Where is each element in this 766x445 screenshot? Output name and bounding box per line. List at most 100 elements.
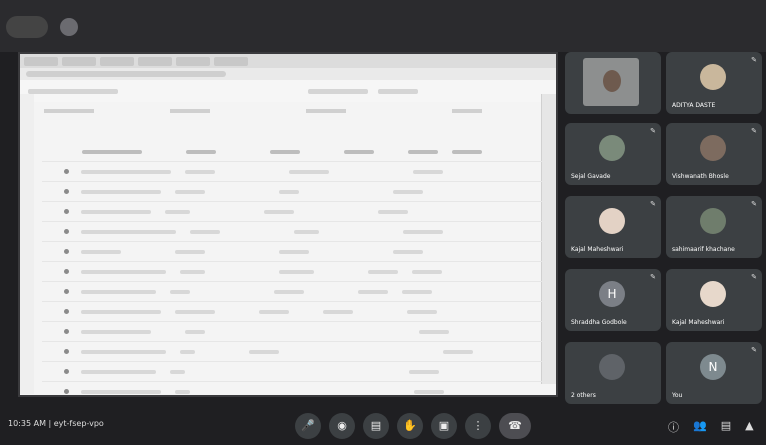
left-toolbar (20, 94, 34, 394)
filter-row (20, 102, 556, 120)
browser-tab[interactable] (62, 56, 96, 66)
pin-icon[interactable]: ✎ (751, 127, 757, 135)
table-row[interactable] (42, 342, 542, 362)
captions-icon[interactable]: ▤ (363, 413, 389, 439)
participant-name: Kajal Maheshwari (571, 246, 624, 253)
participant-face (603, 70, 621, 92)
participant-tile[interactable]: ✎ sahimaarif khachane (666, 196, 762, 258)
meeting-top-bar (0, 0, 766, 52)
participant-tile[interactable]: ✎ ADITYA DASTE (666, 52, 762, 114)
row-icon (64, 249, 69, 254)
row-icon (64, 389, 69, 394)
participant-avatar (700, 135, 726, 161)
browser-tab[interactable] (176, 56, 210, 66)
table-row[interactable] (42, 242, 542, 262)
browser-tab-strip (20, 54, 556, 68)
row-icon (64, 169, 69, 174)
table-row[interactable] (42, 222, 542, 242)
participant-avatar (599, 208, 625, 234)
filter-item[interactable] (452, 109, 482, 113)
header-control[interactable] (378, 88, 418, 94)
browser-tab[interactable] (24, 56, 58, 66)
participant-name: You (672, 392, 683, 399)
participant-tile[interactable]: ✎ Sejal Gavade (565, 123, 661, 185)
table-row[interactable] (42, 302, 542, 322)
pin-icon[interactable]: ✎ (650, 200, 656, 208)
table-header (42, 142, 542, 162)
table-row[interactable] (42, 382, 542, 395)
pin-icon[interactable]: ✎ (751, 346, 757, 354)
participant-tile-self[interactable]: N ✎ You (666, 342, 762, 404)
present-screen-icon[interactable]: ▣ (431, 413, 457, 439)
table-row[interactable] (42, 282, 542, 302)
row-icon (64, 349, 69, 354)
url-field[interactable] (26, 71, 226, 77)
app-header (20, 80, 556, 102)
pin-icon[interactable]: ✎ (751, 56, 757, 64)
side-panel-controls: ⓘ 👥 ▤ ▲ (668, 419, 754, 435)
filter-item[interactable] (306, 109, 346, 113)
pin-icon[interactable]: ✎ (650, 127, 656, 135)
participant-name: ADITYA DASTE (672, 102, 716, 109)
presenter-avatar-icon (60, 18, 78, 36)
data-table (42, 142, 542, 395)
browser-tab[interactable] (138, 56, 172, 66)
participant-name: Sejal Gavade (571, 173, 611, 180)
app-title-bar (28, 88, 118, 94)
participant-name: Kajal Maheshwari (672, 319, 725, 326)
participant-tile[interactable]: H ✎ Shraddha Godbole (565, 269, 661, 331)
table-row[interactable] (42, 322, 542, 342)
participant-tile[interactable]: ✎ Kajal Maheshwari (666, 269, 762, 331)
table-row[interactable] (42, 262, 542, 282)
leave-call-icon[interactable]: ☎ (499, 413, 531, 439)
group-avatar-icon (599, 354, 625, 380)
participant-avatar: N (700, 354, 726, 380)
scrollbar[interactable] (541, 94, 556, 384)
participant-avatar: H (599, 281, 625, 307)
address-bar[interactable] (20, 68, 556, 80)
meeting-chip[interactable] (6, 16, 48, 38)
table-row[interactable] (42, 162, 542, 182)
microphone-icon[interactable]: 🎤 (295, 413, 321, 439)
table-row[interactable] (42, 202, 542, 222)
table-row[interactable] (42, 182, 542, 202)
browser-tab[interactable] (214, 56, 248, 66)
participant-name: sahimaarif khachane (672, 246, 735, 253)
shared-screen (18, 52, 558, 397)
meeting-clock: 10:35 AM | eyt-fsep-vpo (8, 419, 104, 428)
filter-item[interactable] (170, 109, 210, 113)
row-icon (64, 369, 69, 374)
more-options-icon[interactable]: ⋮ (465, 413, 491, 439)
row-icon (64, 309, 69, 314)
participant-video (583, 58, 639, 106)
row-icon (64, 329, 69, 334)
pin-icon[interactable]: ✎ (751, 200, 757, 208)
header-control[interactable] (308, 88, 368, 94)
participant-tile-others[interactable]: 2 others (565, 342, 661, 404)
filter-item[interactable] (44, 109, 94, 113)
people-icon[interactable]: 👥 (693, 419, 707, 435)
pin-icon[interactable]: ✎ (751, 273, 757, 281)
browser-tab[interactable] (100, 56, 134, 66)
chat-icon[interactable]: ▤ (721, 419, 731, 435)
participant-tile-video[interactable] (565, 52, 661, 114)
activities-icon[interactable]: ▲ (745, 419, 753, 435)
row-icon (64, 269, 69, 274)
meeting-controls-bar: 10:35 AM | eyt-fsep-vpo 🎤 ◉ ▤ ✋ ▣ ⋮ ☎ ⓘ … (0, 405, 766, 445)
participant-name: 2 others (571, 392, 596, 399)
row-icon (64, 229, 69, 234)
row-icon (64, 189, 69, 194)
raise-hand-icon[interactable]: ✋ (397, 413, 423, 439)
participant-avatar (700, 208, 726, 234)
presentation-indicator (60, 14, 320, 40)
participant-tile[interactable]: ✎ Kajal Maheshwari (565, 196, 661, 258)
camera-icon[interactable]: ◉ (329, 413, 355, 439)
control-group: 🎤 ◉ ▤ ✋ ▣ ⋮ ☎ (295, 413, 531, 439)
table-row[interactable] (42, 362, 542, 382)
participant-avatar (700, 281, 726, 307)
pin-icon[interactable]: ✎ (650, 273, 656, 281)
participant-name: Shraddha Godbole (571, 319, 627, 326)
participant-avatar (700, 64, 726, 90)
participant-tile[interactable]: ✎ Vishwanath Bhosle (666, 123, 762, 185)
info-icon[interactable]: ⓘ (668, 419, 679, 435)
